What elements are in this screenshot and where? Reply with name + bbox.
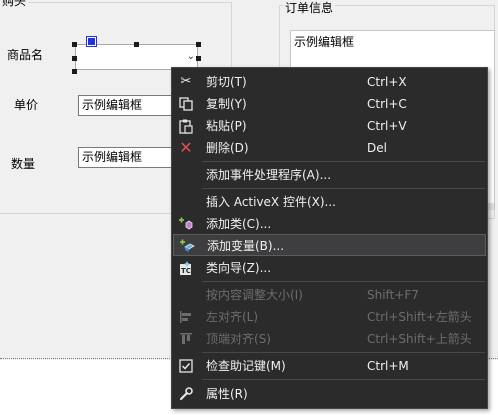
properties-icon <box>177 385 195 403</box>
resize-handle[interactable] <box>72 69 77 74</box>
menu-item-shortcut: Ctrl+Shift+左箭头 <box>367 310 472 324</box>
menu-item-label: 复制(Y) <box>206 97 247 111</box>
resize-handle[interactable] <box>72 56 77 61</box>
quantity-label: 数量 <box>11 157 36 171</box>
unit-price-label: 单价 <box>14 98 39 112</box>
menu-item-label: 属性(R) <box>206 387 248 401</box>
add-variable-icon <box>178 237 196 255</box>
context-menu: ✂ 剪切(T) Ctrl+X 复制(Y) Ctrl+C 粘贴(P) Ctrl+V… <box>171 67 488 409</box>
menu-item-label: 粘贴(P) <box>206 119 247 133</box>
menu-item-shortcut: Ctrl+C <box>367 97 407 111</box>
resize-handle[interactable] <box>196 56 201 61</box>
product-name-label: 商品名 <box>7 48 44 62</box>
menu-item-align-top[interactable]: 顶端对齐(S) Ctrl+Shift+上箭头 <box>173 328 486 350</box>
menu-item-shortcut: Shift+F7 <box>367 288 419 302</box>
tab-order-marker <box>86 36 97 47</box>
menu-item-shortcut: Del <box>367 141 387 155</box>
menu-item-label: 剪切(T) <box>206 75 247 89</box>
menu-item-label: 左对齐(L) <box>206 310 259 324</box>
menu-item-align-left[interactable]: 左对齐(L) Ctrl+Shift+左箭头 <box>173 306 486 328</box>
add-class-icon <box>177 215 195 233</box>
menu-separator <box>202 379 485 380</box>
menu-item-check-mnemonics[interactable]: 检查助记键(M) Ctrl+M <box>173 355 486 377</box>
align-top-icon <box>177 330 195 348</box>
menu-item-paste[interactable]: 粘贴(P) Ctrl+V <box>173 115 486 137</box>
unit-price-edit[interactable]: 示例编辑框 <box>78 95 178 116</box>
align-left-icon <box>177 308 195 326</box>
menu-separator <box>202 161 485 162</box>
menu-item-shortcut: Ctrl+M <box>367 359 409 373</box>
order-info-group-title: 订单信息 <box>283 1 336 15</box>
resize-handle[interactable] <box>72 42 77 47</box>
menu-item-label: 删除(D) <box>206 141 249 155</box>
menu-item-properties[interactable]: 属性(R) <box>173 383 486 405</box>
menu-item-delete[interactable]: ✕ 删除(D) Del <box>173 137 486 159</box>
menu-separator <box>202 352 485 353</box>
menu-item-shortcut: Ctrl+V <box>367 119 407 133</box>
menu-item-shortcut: Ctrl+Shift+上箭头 <box>367 332 472 346</box>
menu-item-add-class[interactable]: 添加类(C)... <box>173 213 486 235</box>
class-wizard-icon: TC <box>177 259 195 277</box>
menu-item-class-wizard[interactable]: TC 类向导(Z)... <box>173 257 486 279</box>
chevron-down-icon[interactable]: ⌄ <box>187 51 195 62</box>
scissors-icon: ✂ <box>180 74 192 89</box>
paste-icon <box>177 117 195 135</box>
menu-item-label: 顶端对齐(S) <box>206 332 271 346</box>
menu-item-label: 添加类(C)... <box>206 217 272 231</box>
quantity-edit[interactable]: 示例编辑框 <box>78 147 178 168</box>
menu-item-shortcut: Ctrl+X <box>367 75 407 89</box>
purchase-group-title: 购头 <box>0 0 29 8</box>
menu-item-label: 类向导(Z)... <box>206 261 272 275</box>
menu-item-size-to-content[interactable]: 按内容调整大小(I) Shift+F7 <box>173 284 486 306</box>
menu-item-cut[interactable]: ✂ 剪切(T) Ctrl+X <box>173 71 486 93</box>
menu-separator <box>202 188 485 189</box>
menu-separator <box>202 281 485 282</box>
menu-item-label: 添加变量(B)... <box>207 239 285 253</box>
resize-handle[interactable] <box>196 42 201 47</box>
order-info-text: 示例编辑框 <box>294 35 355 49</box>
menu-item-copy[interactable]: 复制(Y) Ctrl+C <box>173 93 486 115</box>
copy-icon <box>177 95 195 113</box>
menu-item-label: 检查助记键(M) <box>206 359 286 373</box>
menu-item-add-variable[interactable]: 添加变量(B)... <box>173 234 486 256</box>
menu-item-insert-activex[interactable]: 插入 ActiveX 控件(X)... <box>173 191 486 213</box>
check-mnemonics-icon <box>177 357 195 375</box>
svg-text:TC: TC <box>181 267 191 275</box>
menu-item-add-event-handler[interactable]: 添加事件处理程序(A)... <box>173 164 486 186</box>
menu-item-label: 插入 ActiveX 控件(X)... <box>206 195 336 209</box>
resize-handle[interactable] <box>134 42 139 47</box>
menu-item-label: 按内容调整大小(I) <box>206 288 303 302</box>
menu-item-label: 添加事件处理程序(A)... <box>206 168 332 182</box>
delete-icon: ✕ <box>179 138 193 157</box>
